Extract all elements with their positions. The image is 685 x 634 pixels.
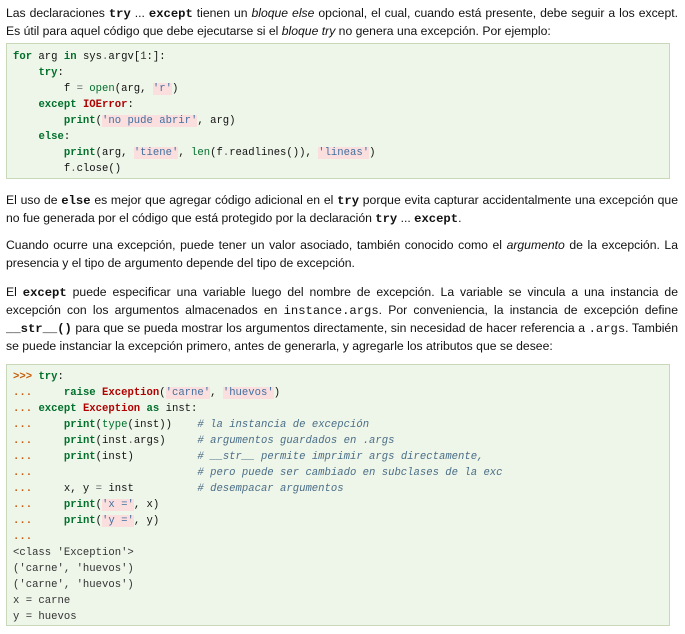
- code-line: ... print('x =', x): [13, 499, 160, 511]
- output-line: y = huevos: [13, 611, 77, 623]
- code-line: ... raise Exception('carne', 'huevos'): [13, 387, 281, 399]
- code-line: try:: [38, 67, 64, 79]
- text-line: El except puede especificar una variable…: [6, 285, 678, 300]
- code-line: f = open(arg, 'r'): [13, 83, 179, 95]
- code-line: ... print(type(inst)) # la instancia de …: [13, 419, 370, 431]
- code-block-interactive-session: >>> try: ... raise Exception('carne', 'h…: [6, 364, 670, 626]
- paragraph-else-intro: Las declaraciones try ... except tienen …: [6, 4, 678, 40]
- text-line: Las declaraciones try ... except tienen …: [6, 6, 678, 21]
- code-line: ... print(inst) # __str__ permite imprim…: [13, 451, 484, 463]
- code-line: f.close(): [13, 163, 122, 175]
- output-line: <class 'Exception'>: [13, 547, 134, 559]
- text-line: Es útil para aquel código que debe ejecu…: [6, 24, 551, 38]
- code-line: ... # pero puede ser cambiado en subclas…: [13, 467, 503, 479]
- output-line: ('carne', 'huevos'): [13, 563, 134, 575]
- code-line: ... x, y = inst # desempacar argumentos: [13, 483, 344, 495]
- output-line: x = carne: [13, 595, 71, 607]
- paragraph-except-variable: El except puede especificar una variable…: [6, 283, 678, 355]
- code-line: ... except Exception as inst:: [13, 403, 198, 415]
- code-line: except IOError:: [38, 99, 134, 111]
- code-line: else:: [38, 131, 71, 143]
- code-line: print(arg, 'tiene', len(f.readlines()), …: [63, 147, 376, 159]
- code-line: ... print(inst.args) # argumentos guarda…: [13, 435, 395, 447]
- text-line: se puede instanciar la excepción primero…: [6, 339, 553, 353]
- code-line: for arg in sys.argv[1:]:: [13, 51, 166, 63]
- code-line: >>> try:: [13, 371, 64, 383]
- text-line: __str__() para que se pueda mostrar los …: [6, 321, 678, 336]
- text-line: presencia y el tipo de argumento depende…: [6, 256, 355, 270]
- output-line: ('carne', 'huevos'): [13, 579, 134, 591]
- text-line: Cuando ocurre una excepción, puede tener…: [6, 238, 678, 252]
- paragraph-exception-argument: Cuando ocurre una excepción, puede tener…: [6, 236, 678, 272]
- text-line: El uso de else es mejor que agregar códi…: [6, 193, 678, 208]
- code-line: print('no pude abrir', arg): [63, 115, 236, 127]
- code-line: ...: [13, 531, 33, 543]
- code-block-else-example: for arg in sys.argv[1:]: try: f = open(a…: [6, 43, 670, 179]
- paragraph-else-usage: El uso de else es mejor que agregar códi…: [6, 191, 678, 227]
- code-line: ... print('y =', y): [13, 515, 160, 527]
- text-line: no fue generada por el código que está p…: [6, 211, 462, 226]
- text-line: excepción con los argumentos almacenados…: [6, 303, 678, 318]
